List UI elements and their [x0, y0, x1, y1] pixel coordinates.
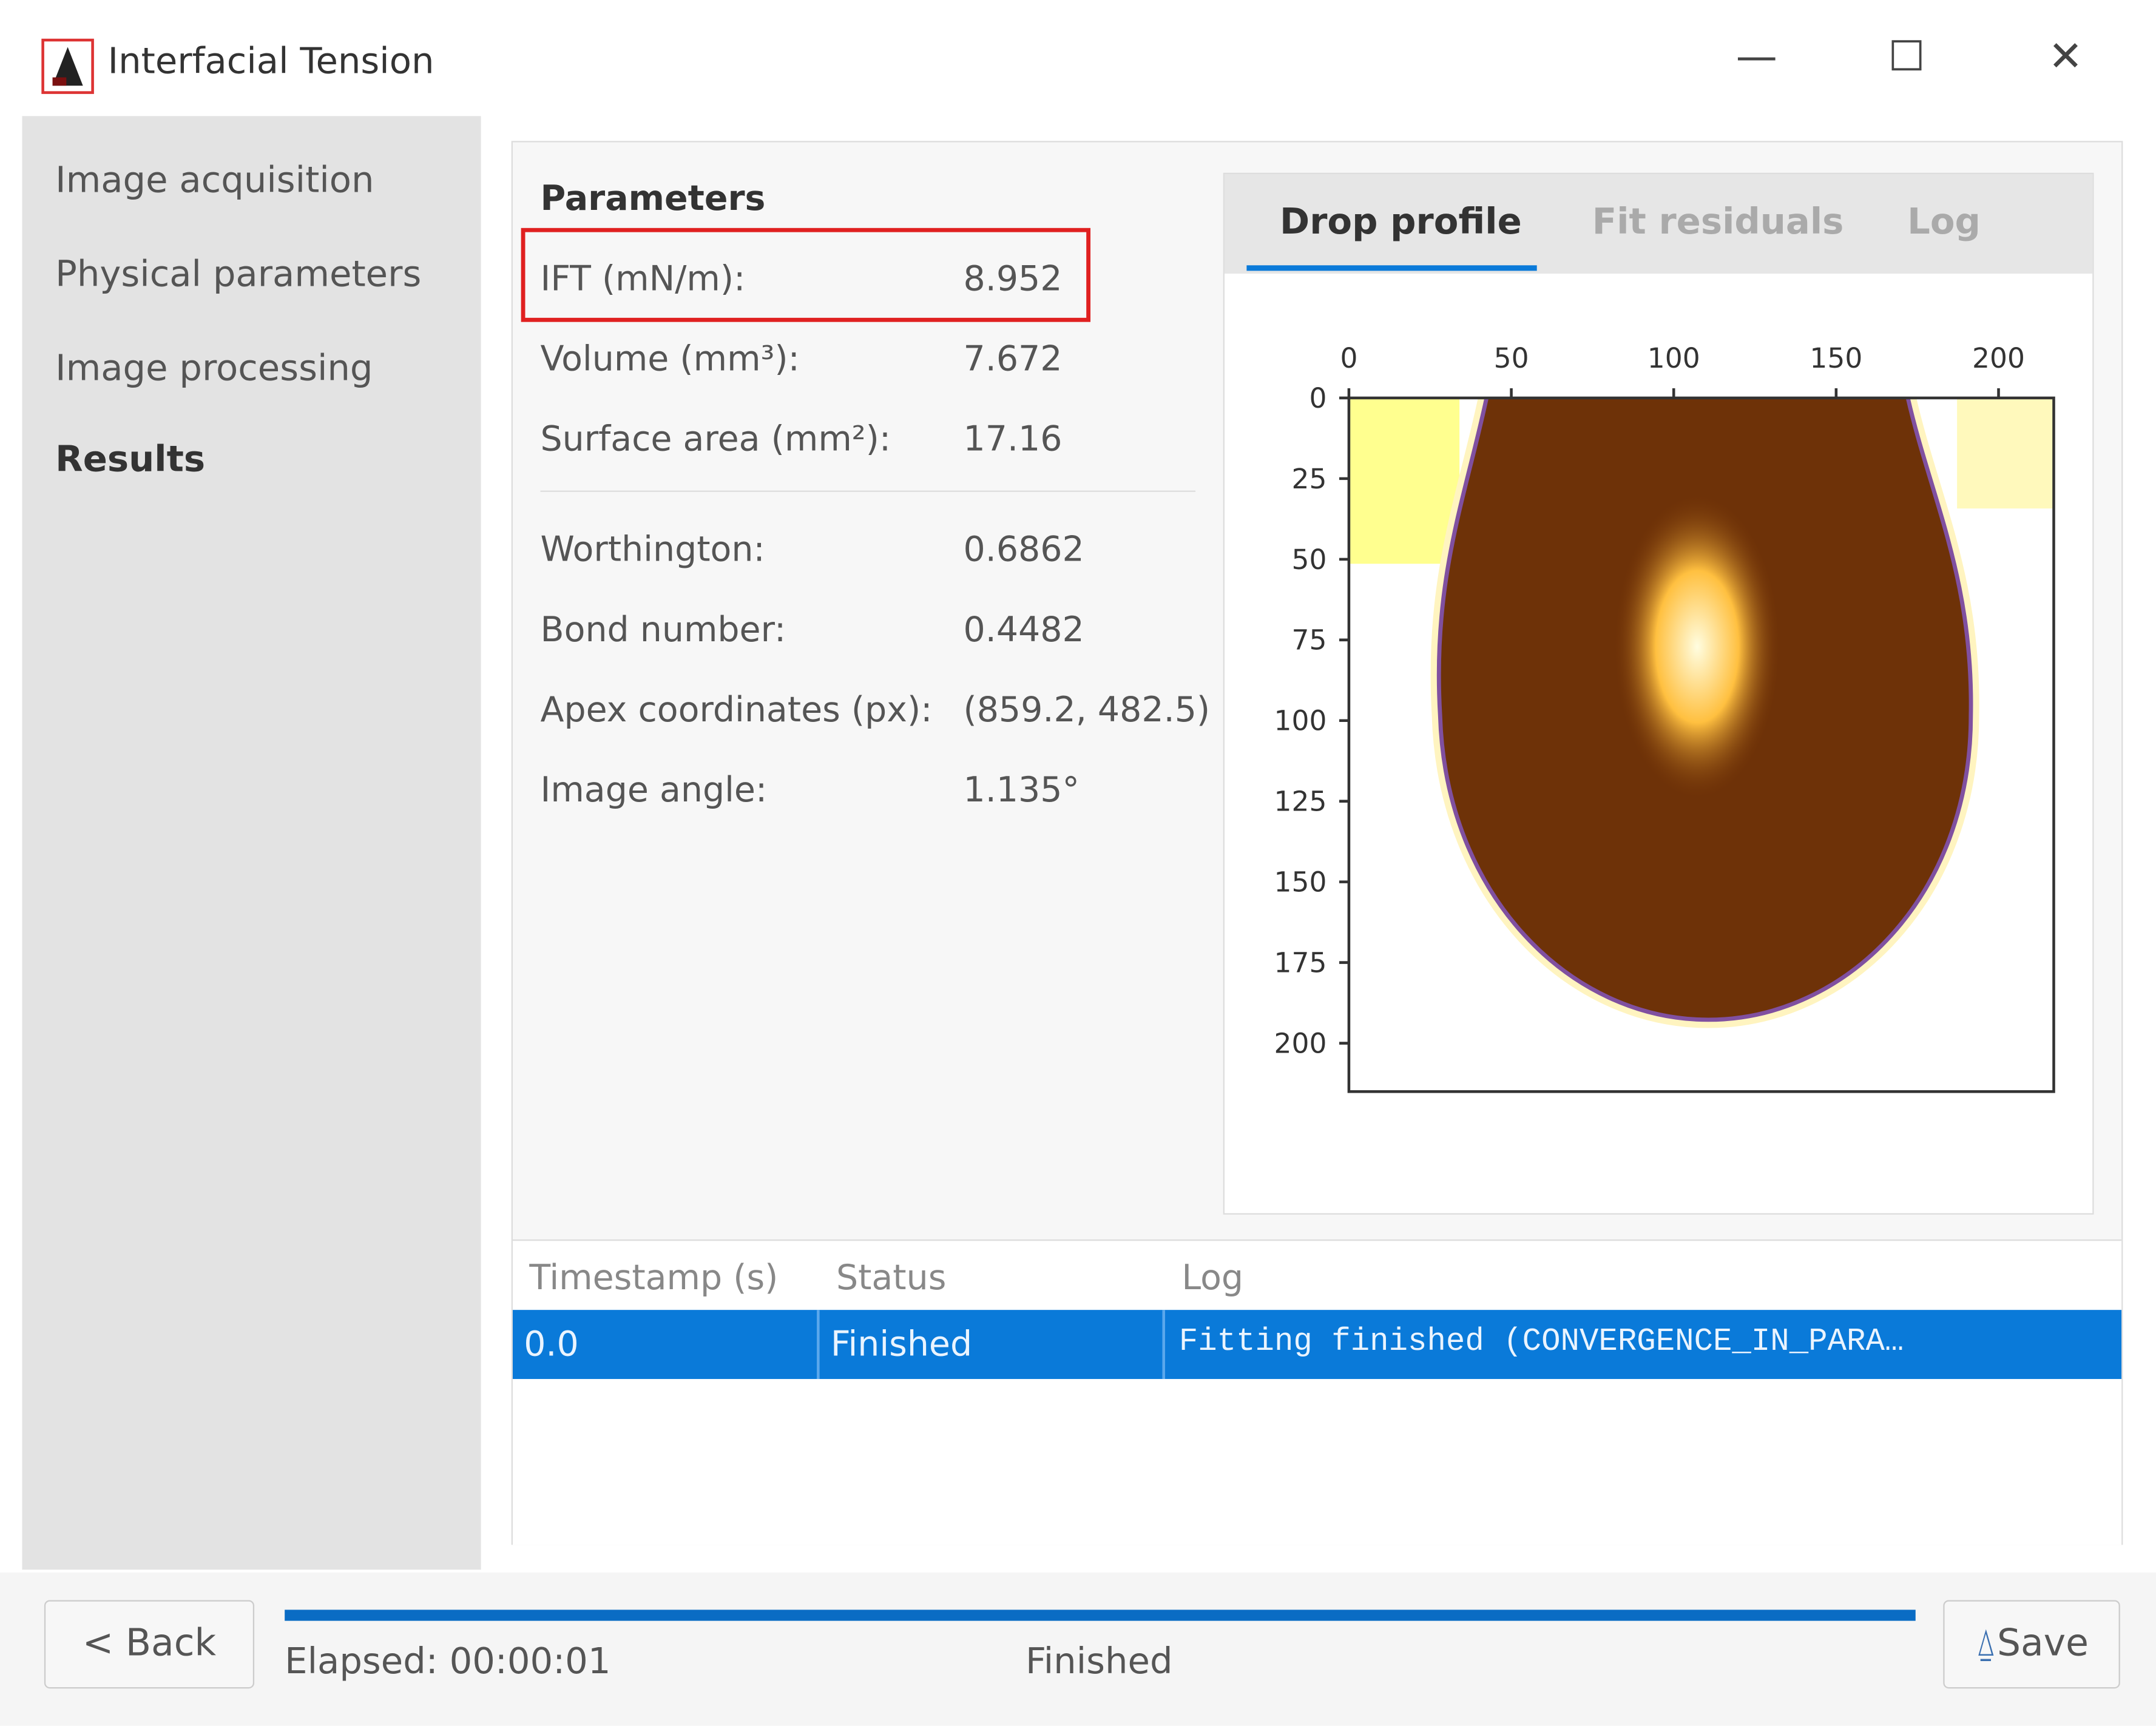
y-tick-label: 0	[1309, 382, 1327, 414]
save-icon: ⍙	[1975, 1622, 1998, 1665]
column-header-log[interactable]: Log	[1181, 1258, 1243, 1298]
y-tick-label: 175	[1274, 947, 1327, 979]
volume-value: 7.672	[963, 339, 1063, 379]
image-highlight	[1348, 397, 1460, 564]
y-tick-label: 50	[1292, 544, 1327, 576]
bond-number-value: 0.4482	[963, 609, 1084, 650]
image-angle-value: 1.135°	[963, 769, 1080, 810]
apex-coordinates-label: Apex coordinates (px):	[540, 689, 933, 730]
cell-status: Finished	[830, 1323, 973, 1364]
drop-profile-plot: 0 50 100 150 200 0 25 50 75 100 125 150 175 200	[1274, 342, 2055, 1093]
window-title: Interfacial Tension	[107, 41, 434, 83]
close-button[interactable]: ✕	[2048, 33, 2083, 82]
table-row[interactable]: 0.0 Finished Fitting finished (CONVERGEN…	[512, 1310, 2122, 1380]
y-tick-label: 200	[1274, 1027, 1327, 1059]
tab-fit-residuals[interactable]: Fit residuals	[1592, 202, 1844, 243]
back-button[interactable]: < Back	[44, 1600, 255, 1689]
app-icon	[41, 38, 94, 94]
y-tick-label: 25	[1292, 463, 1327, 495]
drop-reflection	[1614, 494, 1780, 799]
image-angle-label: Image angle:	[540, 769, 768, 810]
progress-bar	[285, 1610, 1916, 1621]
worthington-value: 0.6862	[963, 529, 1084, 570]
progress-bar-fill	[285, 1610, 1916, 1621]
sidebar-item-image-acquisition[interactable]: Image acquisition	[55, 160, 374, 201]
apex-coordinates-value: (859.2, 482.5)	[963, 689, 1211, 730]
surface-area-value: 17.16	[963, 419, 1063, 459]
elapsed-time: Elapsed: 00:00:01	[285, 1641, 611, 1684]
sidebar-item-results[interactable]: Results	[55, 439, 205, 480]
y-tick-label: 75	[1292, 624, 1327, 656]
tab-log[interactable]: Log	[1907, 202, 1981, 243]
sidebar-item-physical-parameters[interactable]: Physical parameters	[55, 254, 421, 295]
y-tick-label: 100	[1274, 705, 1327, 737]
sidebar: Image acquisition Physical parameters Im…	[22, 116, 481, 1570]
cell-timestamp: 0.0	[524, 1323, 579, 1364]
tab-drop-profile[interactable]: Drop profile	[1280, 202, 1522, 243]
worthington-label: Worthington:	[540, 529, 765, 570]
column-header-status[interactable]: Status	[836, 1258, 946, 1298]
active-tab-indicator	[1246, 265, 1537, 271]
column-divider	[817, 1310, 820, 1380]
image-highlight	[1957, 397, 2054, 509]
save-button[interactable]: ⍙Save	[1943, 1600, 2120, 1689]
surface-area-label: Surface area (mm²):	[540, 419, 891, 459]
cell-log: Fitting finished (CONVERGENCE_IN_PARA…	[1178, 1323, 1904, 1360]
plot-tabs: Drop profile Fit residuals Log 0 50 100 150…	[1223, 172, 2094, 1215]
footer: < Back Elapsed: 00:00:01 Finished ⍙Save	[0, 1572, 2156, 1726]
x-tick-label: 200	[1972, 342, 2025, 374]
bond-number-label: Bond number:	[540, 609, 786, 650]
column-divider	[1162, 1310, 1166, 1380]
x-tick-label: 100	[1647, 342, 1700, 374]
y-tick-label: 150	[1274, 866, 1327, 898]
x-tick-label: 150	[1810, 342, 1862, 374]
minimize-button[interactable]: —	[1736, 33, 1777, 82]
results-panel: Parameters IFT (mN/m): 8.952 Volume (mm³…	[511, 141, 2123, 1545]
x-tick-label: 0	[1340, 342, 1357, 374]
parameters-heading: Parameters	[540, 178, 766, 218]
maximize-button[interactable]: ☐	[1888, 33, 1925, 82]
tab-bar: Drop profile Fit residuals Log	[1224, 174, 2093, 274]
save-label: Save	[1997, 1622, 2089, 1665]
ift-label: IFT (mN/m):	[540, 258, 746, 298]
column-header-timestamp[interactable]: Timestamp (s)	[529, 1258, 778, 1298]
sidebar-item-image-processing[interactable]: Image processing	[55, 348, 373, 389]
log-table: Timestamp (s) Status Log 0.0 Finished Fi…	[512, 1239, 2122, 1545]
status-text: Finished	[1025, 1641, 1173, 1684]
y-tick-label: 125	[1274, 786, 1327, 818]
volume-label: Volume (mm³):	[540, 339, 800, 379]
divider	[540, 490, 1196, 492]
ift-value: 8.952	[963, 258, 1063, 298]
x-tick-label: 50	[1494, 342, 1529, 374]
